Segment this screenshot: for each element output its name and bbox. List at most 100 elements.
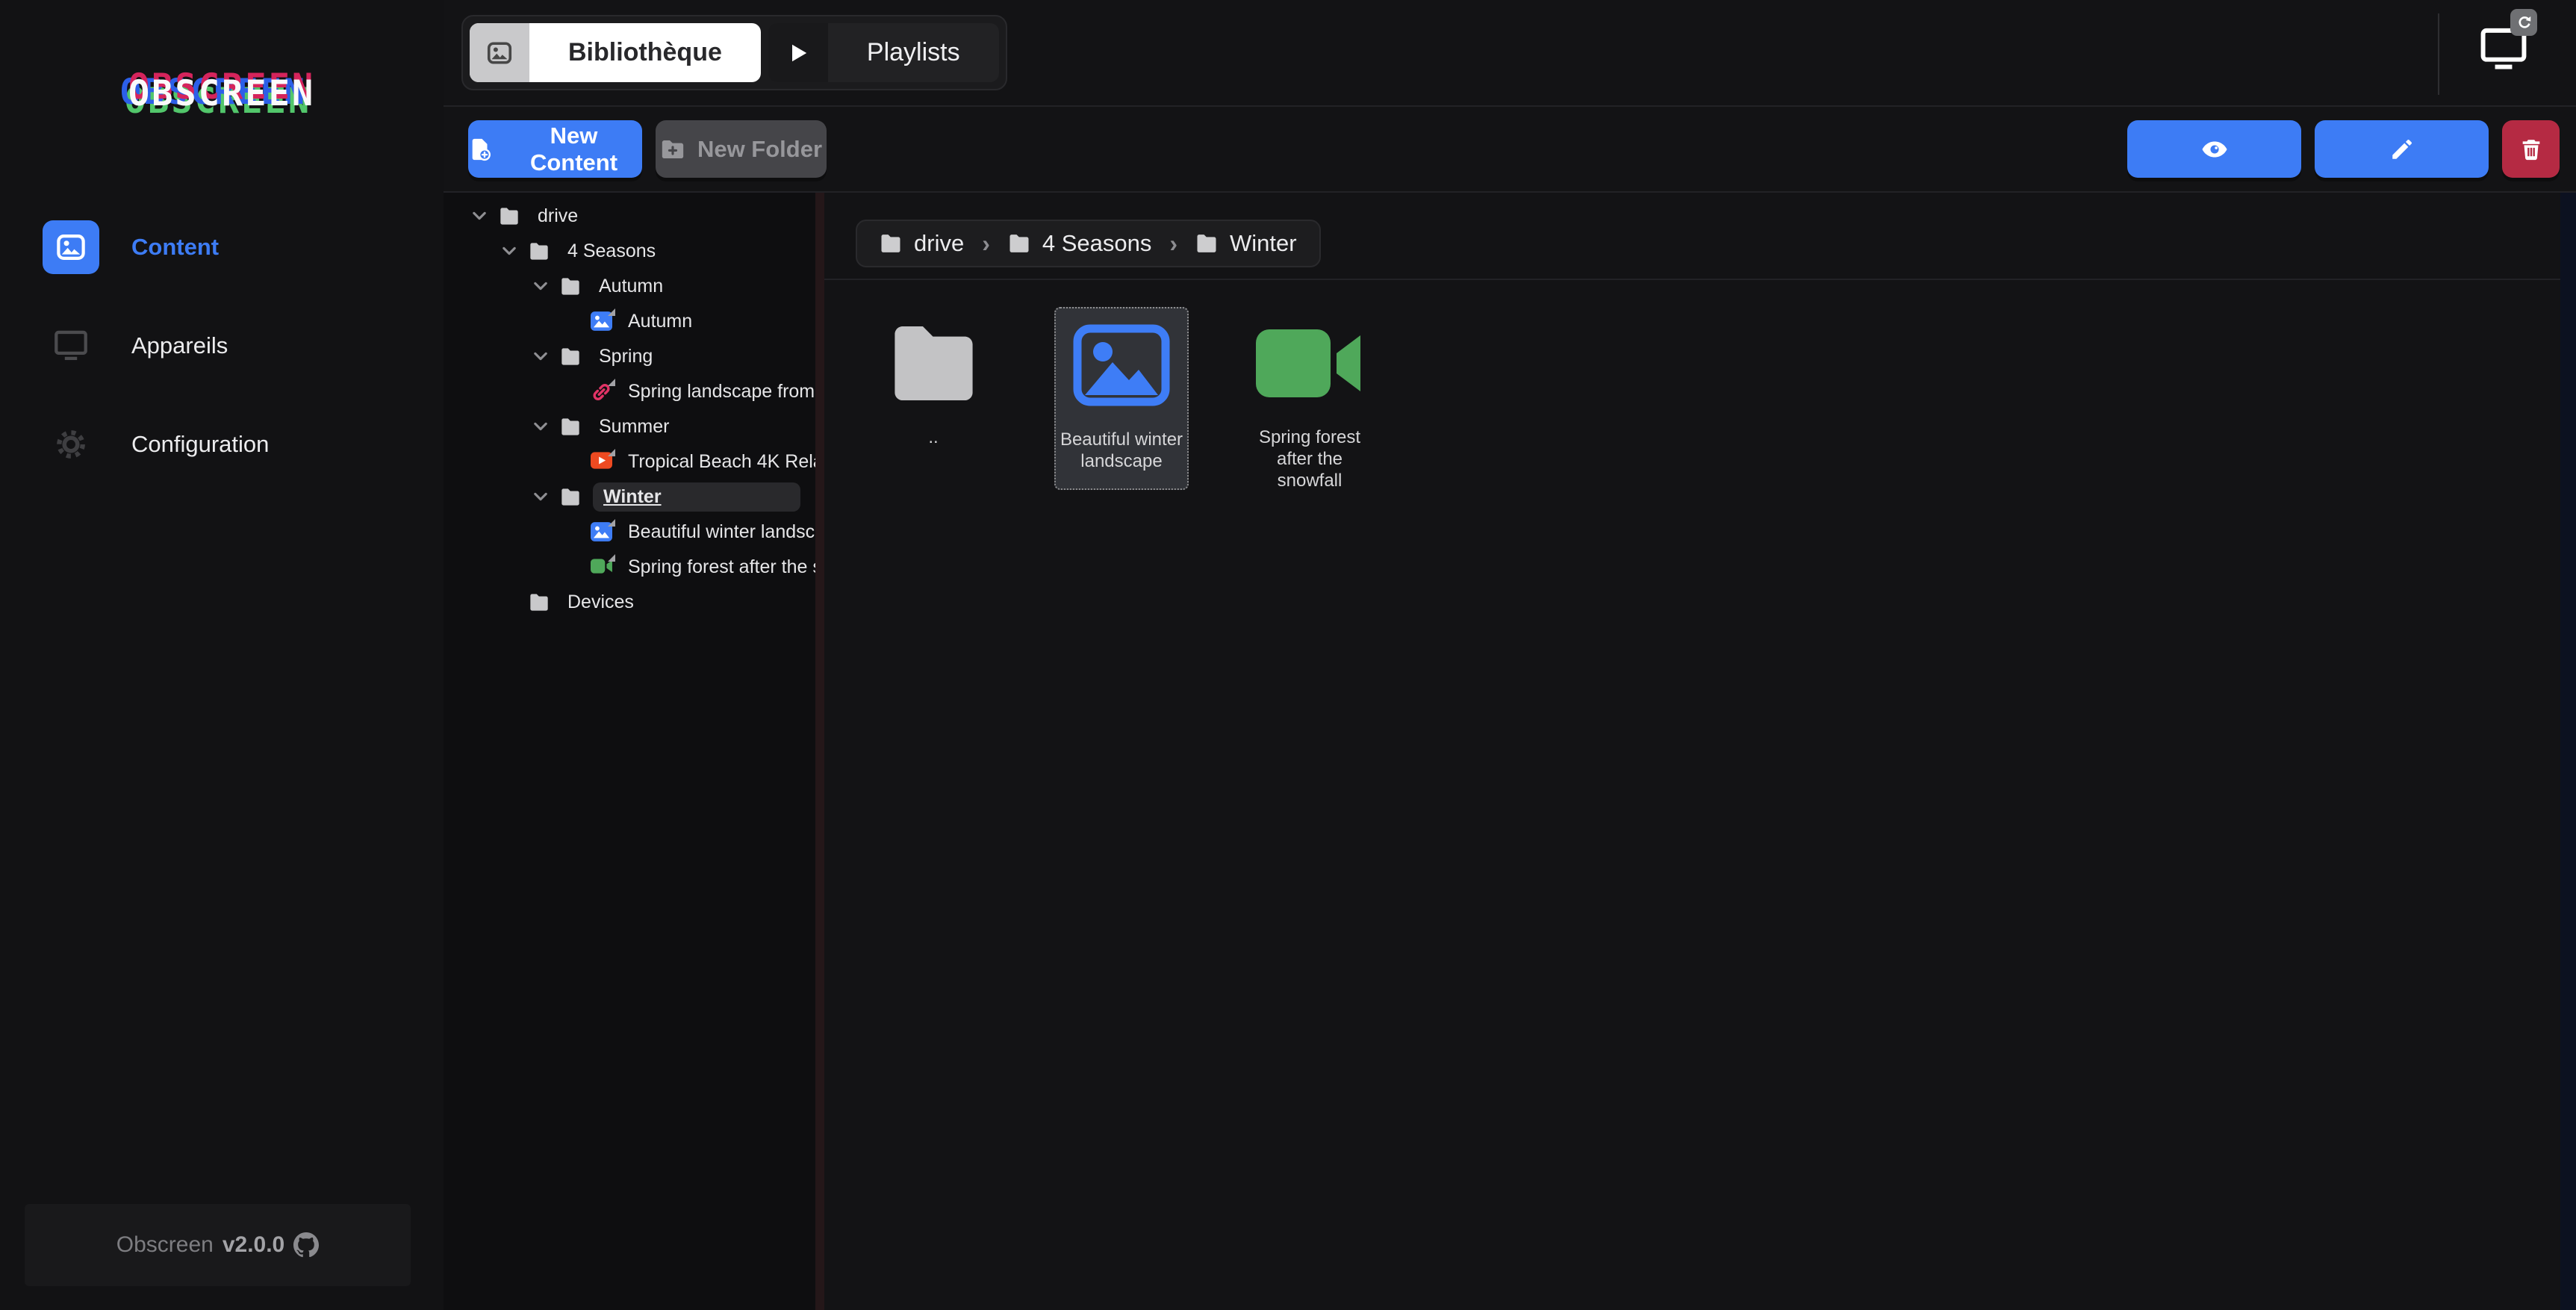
grid-item-label: Beautiful winter landscape — [1058, 429, 1185, 472]
tree-node-label-selected[interactable]: Winter — [593, 482, 800, 512]
chevron-down-icon[interactable] — [500, 242, 518, 260]
edit-button[interactable] — [2315, 120, 2489, 178]
refresh-icon — [2516, 14, 2533, 31]
folder-icon — [880, 234, 902, 253]
shortcut-arrow-icon — [607, 553, 616, 562]
tab-label: Playlists — [828, 23, 999, 82]
folder-icon — [1195, 234, 1218, 253]
breadcrumb-item-drive[interactable]: drive — [880, 230, 964, 257]
image-icon — [591, 311, 612, 331]
app-name: Obscreen — [116, 1232, 214, 1258]
pencil-icon — [2389, 137, 2415, 162]
breadcrumb-separator: › — [1169, 230, 1177, 258]
tree-node-tropical-beach-video[interactable]: Tropical Beach 4K Relaxa — [444, 447, 815, 476]
tree-node-beautiful-winter-image[interactable]: Beautiful winter landscap — [444, 517, 815, 547]
gear-icon — [43, 417, 99, 471]
sidebar-item-label: Content — [131, 234, 219, 261]
tab-label: Bibliothèque — [529, 23, 761, 82]
chevron-down-icon[interactable] — [532, 417, 550, 435]
grid-item-parent-folder[interactable]: .. — [866, 314, 1001, 448]
chevron-down-icon[interactable] — [532, 347, 550, 365]
trash-icon — [2519, 137, 2544, 162]
main-area: Bibliothèque Playlists — [444, 0, 2576, 1310]
tree-node-drive[interactable]: drive — [444, 201, 815, 231]
app-logo: OBSCREEN — [0, 73, 444, 114]
file-plus-icon — [468, 137, 494, 162]
tree-node-summer-folder[interactable]: Summer — [444, 412, 815, 441]
tree-node-label[interactable]: Autumn — [622, 307, 698, 336]
video-camera-icon — [1256, 314, 1364, 412]
refresh-badge — [2510, 9, 2537, 36]
sidebar-item-content[interactable]: Content — [0, 198, 444, 297]
tab-bibliotheque[interactable]: Bibliothèque — [470, 23, 761, 82]
toolbar: New Content New Folder — [444, 107, 2576, 193]
tree-node-autumn-image[interactable]: Autumn — [444, 306, 815, 336]
preview-button[interactable] — [2127, 120, 2301, 178]
youtube-icon — [591, 452, 612, 471]
shortcut-arrow-icon — [607, 308, 616, 317]
github-icon[interactable] — [293, 1232, 319, 1258]
new-folder-button[interactable]: New Folder — [656, 120, 827, 178]
library-tabs: Bibliothèque Playlists — [461, 15, 1007, 90]
tree-node-label[interactable]: Spring forest after the sn — [622, 553, 815, 582]
tree-node-label[interactable]: Tropical Beach 4K Relaxa — [622, 447, 815, 476]
grid-item-spring-forest-snowfall[interactable]: Spring forest after the snowfall — [1242, 314, 1377, 491]
folder-plus-icon — [660, 137, 685, 162]
delete-button[interactable] — [2502, 120, 2560, 178]
sidebar-menu: Content Appareils Configuration — [0, 198, 444, 494]
grid-item-label: .. — [928, 426, 938, 448]
folder-icon — [560, 417, 581, 436]
content-body: drive 4 Seasons Autumn — [444, 193, 2576, 1310]
grid-item-beautiful-winter-landscape[interactable]: Beautiful winter landscape — [1054, 307, 1189, 490]
folder-icon — [529, 593, 550, 612]
tree-node-spring-landscape-link[interactable]: Spring landscape from sh — [444, 376, 815, 406]
tree-node-label[interactable]: Autumn — [593, 272, 669, 301]
tree-node-label[interactable]: 4 Seasons — [561, 237, 662, 266]
tab-playlists[interactable]: Playlists — [768, 23, 999, 82]
shortcut-arrow-icon — [607, 448, 616, 457]
play-icon — [768, 23, 828, 82]
vertical-scrollbar[interactable] — [2560, 193, 2576, 1310]
shortcut-arrow-icon — [607, 378, 616, 387]
content-grid: .. Beautiful winter landscape Spring for… — [824, 280, 2576, 491]
tree-resize-handle[interactable] — [815, 193, 824, 1310]
image-icon — [470, 23, 529, 82]
sidebar-item-label: Configuration — [131, 431, 269, 458]
breadcrumb-separator: › — [982, 230, 990, 258]
tree-node-spring-forest-video[interactable]: Spring forest after the sn — [444, 552, 815, 582]
new-content-button[interactable]: New Content — [468, 120, 642, 178]
tree-node-4-seasons[interactable]: 4 Seasons — [444, 236, 815, 266]
breadcrumb-item-4-seasons[interactable]: 4 Seasons — [1008, 230, 1152, 257]
tree-node-label[interactable]: Summer — [593, 412, 675, 441]
top-bar: Bibliothèque Playlists — [444, 0, 2576, 107]
eye-icon — [2201, 136, 2228, 163]
tree-node-label[interactable]: Beautiful winter landscap — [622, 518, 815, 547]
breadcrumb: drive › 4 Seasons › Winter — [856, 220, 1321, 267]
folder-tree: drive 4 Seasons Autumn — [444, 193, 815, 1310]
folder-icon — [560, 347, 581, 366]
folder-icon — [560, 277, 581, 296]
sidebar: OBSCREEN Content Appareils Configuration — [0, 0, 444, 1310]
monitor-icon — [43, 319, 99, 373]
tree-node-label[interactable]: Spring — [593, 342, 659, 371]
chevron-down-icon[interactable] — [470, 207, 488, 225]
tree-node-winter-folder[interactable]: Winter — [444, 482, 815, 512]
tree-node-label[interactable]: drive — [532, 202, 584, 231]
folder-icon — [529, 242, 550, 261]
folder-icon — [1008, 234, 1030, 253]
tree-node-devices[interactable]: Devices — [444, 587, 815, 617]
app-version: v2.0.0 — [223, 1232, 284, 1258]
tree-node-autumn-folder[interactable]: Autumn — [444, 271, 815, 301]
breadcrumb-item-winter[interactable]: Winter — [1195, 230, 1297, 257]
tree-node-spring-folder[interactable]: Spring — [444, 341, 815, 371]
grid-item-label: Spring forest after the snowfall — [1254, 426, 1366, 491]
sidebar-item-appareils[interactable]: Appareils — [0, 297, 444, 395]
chevron-down-icon[interactable] — [532, 277, 550, 295]
tree-node-label[interactable]: Spring landscape from sh — [622, 377, 815, 406]
tree-node-label[interactable]: Devices — [561, 588, 640, 617]
folder-icon — [887, 314, 980, 412]
screens-status[interactable] — [2480, 27, 2527, 73]
sidebar-item-configuration[interactable]: Configuration — [0, 395, 444, 494]
folder-icon — [560, 488, 581, 506]
chevron-down-icon[interactable] — [532, 488, 550, 506]
